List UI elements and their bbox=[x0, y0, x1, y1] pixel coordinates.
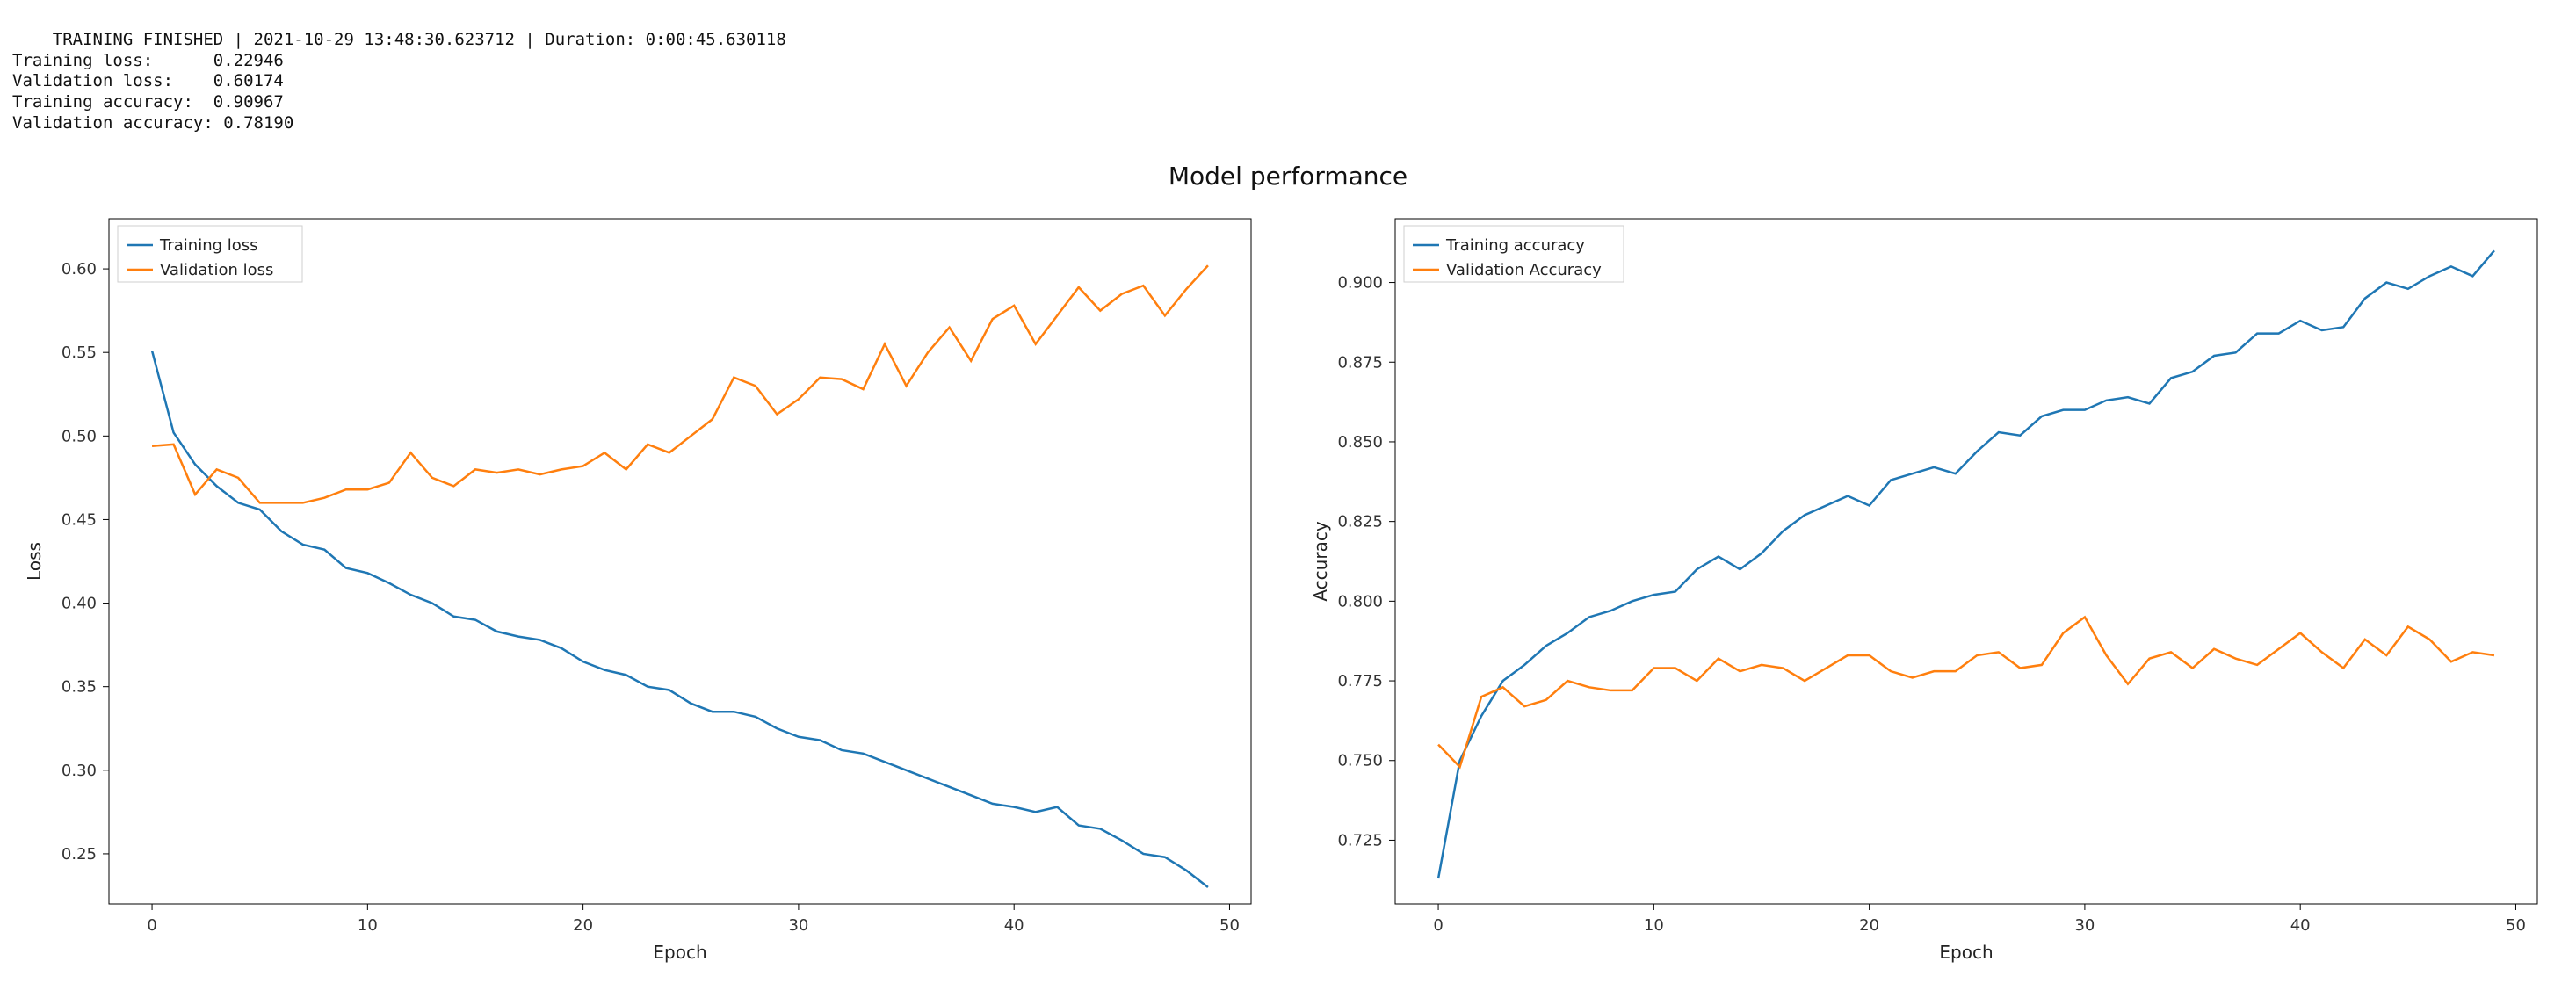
svg-text:0.60: 0.60 bbox=[62, 260, 97, 278]
log-row-2-value: 0.90967 bbox=[213, 92, 284, 112]
svg-text:10: 10 bbox=[358, 916, 378, 935]
series-line-1 bbox=[1438, 618, 2494, 768]
training-log: TRAINING FINISHED | 2021-10-29 13:48:30.… bbox=[12, 9, 2564, 155]
svg-text:0: 0 bbox=[1433, 916, 1443, 935]
svg-text:40: 40 bbox=[1004, 916, 1024, 935]
log-row-1-label: Validation loss: bbox=[12, 71, 173, 90]
svg-text:0.725: 0.725 bbox=[1337, 832, 1383, 850]
svg-text:0.55: 0.55 bbox=[62, 343, 97, 362]
log-row-1-value: 0.60174 bbox=[213, 71, 284, 90]
svg-text:20: 20 bbox=[573, 916, 593, 935]
svg-text:Epoch: Epoch bbox=[1939, 942, 1993, 963]
svg-text:0.40: 0.40 bbox=[62, 595, 97, 613]
charts-row: 0 10 20 30 40 50 0.25 0.30 0.35 0.40 0.45 0.50 0.55 0… bbox=[12, 192, 2564, 983]
svg-text:0.25: 0.25 bbox=[62, 845, 97, 864]
figure-suptitle: Model performance bbox=[12, 162, 2564, 191]
log-row-2-label: Training accuracy: bbox=[12, 92, 193, 112]
svg-text:Loss: Loss bbox=[24, 542, 45, 581]
svg-text:0.750: 0.750 bbox=[1337, 752, 1383, 770]
series-line-1 bbox=[152, 266, 1208, 503]
series-line-0 bbox=[152, 351, 1208, 888]
legend-label-0: Training accuracy bbox=[1445, 236, 1585, 255]
legend-label-0: Training loss bbox=[159, 236, 258, 255]
series-line-0 bbox=[1438, 251, 2494, 879]
svg-text:Accuracy: Accuracy bbox=[1310, 521, 1331, 601]
svg-text:50: 50 bbox=[1219, 916, 1240, 935]
log-row-3-value: 0.78190 bbox=[223, 113, 293, 133]
legend-label-1: Validation loss bbox=[160, 261, 273, 279]
svg-text:0: 0 bbox=[147, 916, 156, 935]
svg-text:30: 30 bbox=[788, 916, 808, 935]
svg-text:30: 30 bbox=[2074, 916, 2095, 935]
svg-text:0.30: 0.30 bbox=[62, 762, 97, 780]
svg-text:0.50: 0.50 bbox=[62, 428, 97, 446]
svg-text:0.850: 0.850 bbox=[1337, 433, 1383, 452]
svg-text:10: 10 bbox=[1644, 916, 1664, 935]
svg-text:0.825: 0.825 bbox=[1337, 513, 1383, 531]
svg-text:Epoch: Epoch bbox=[653, 942, 706, 963]
svg-text:0.900: 0.900 bbox=[1337, 274, 1383, 293]
log-header: TRAINING FINISHED | 2021-10-29 13:48:30.… bbox=[53, 30, 786, 49]
svg-text:0.775: 0.775 bbox=[1337, 672, 1383, 690]
log-row-0-value: 0.22946 bbox=[213, 51, 284, 70]
loss-chart: 0 10 20 30 40 50 0.25 0.30 0.35 0.40 0.45 0.50 0.55 0… bbox=[12, 192, 1277, 983]
svg-text:0.45: 0.45 bbox=[62, 511, 97, 530]
svg-text:0.800: 0.800 bbox=[1337, 593, 1383, 611]
svg-text:0.35: 0.35 bbox=[62, 678, 97, 697]
svg-text:40: 40 bbox=[2290, 916, 2311, 935]
svg-text:0.875: 0.875 bbox=[1337, 354, 1383, 372]
legend-label-1: Validation Accuracy bbox=[1446, 261, 1602, 279]
accuracy-chart: 0 10 20 30 40 50 0.725 0.750 0.775 0.800 0.825 0.85… bbox=[1299, 192, 2564, 983]
log-row-0-label: Training loss: bbox=[12, 51, 153, 70]
svg-text:50: 50 bbox=[2506, 916, 2526, 935]
svg-text:20: 20 bbox=[1859, 916, 1879, 935]
log-row-3-label: Validation accuracy: bbox=[12, 113, 213, 133]
